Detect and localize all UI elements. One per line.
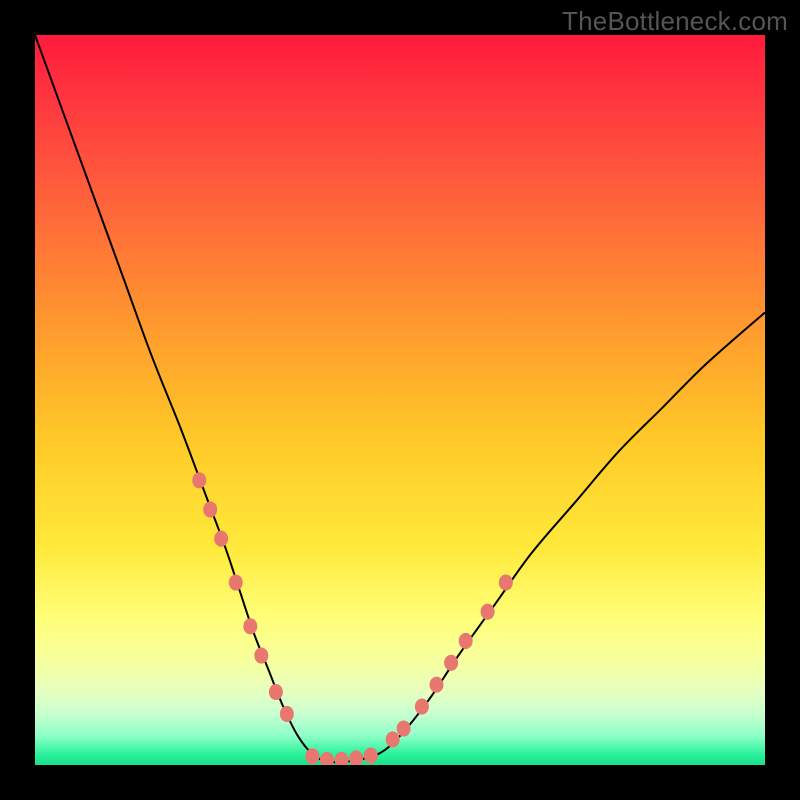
highlight-dot	[192, 472, 206, 488]
highlight-dot	[229, 574, 243, 590]
highlight-dot	[203, 501, 217, 517]
highlight-dot	[430, 677, 444, 693]
marker-group	[192, 472, 513, 765]
curve-layer	[35, 35, 765, 765]
highlight-dot	[305, 748, 319, 764]
highlight-dot	[481, 604, 495, 620]
highlight-dot	[459, 633, 473, 649]
bottleneck-curve	[35, 35, 765, 762]
highlight-dot	[320, 752, 334, 765]
highlight-dot	[243, 618, 257, 634]
highlight-dot	[254, 647, 268, 663]
highlight-dot	[364, 747, 378, 763]
highlight-dot	[386, 731, 400, 747]
highlight-dot	[499, 574, 513, 590]
highlight-dot	[280, 706, 294, 722]
highlight-dot	[349, 750, 363, 765]
highlight-dot	[214, 531, 228, 547]
chart-frame: TheBottleneck.com	[0, 0, 800, 800]
highlight-dot	[397, 720, 411, 736]
highlight-dot	[269, 684, 283, 700]
plot-area	[35, 35, 765, 765]
watermark-text: TheBottleneck.com	[562, 6, 788, 37]
highlight-dot	[444, 655, 458, 671]
highlight-dot	[415, 699, 429, 715]
highlight-dot	[335, 752, 349, 765]
